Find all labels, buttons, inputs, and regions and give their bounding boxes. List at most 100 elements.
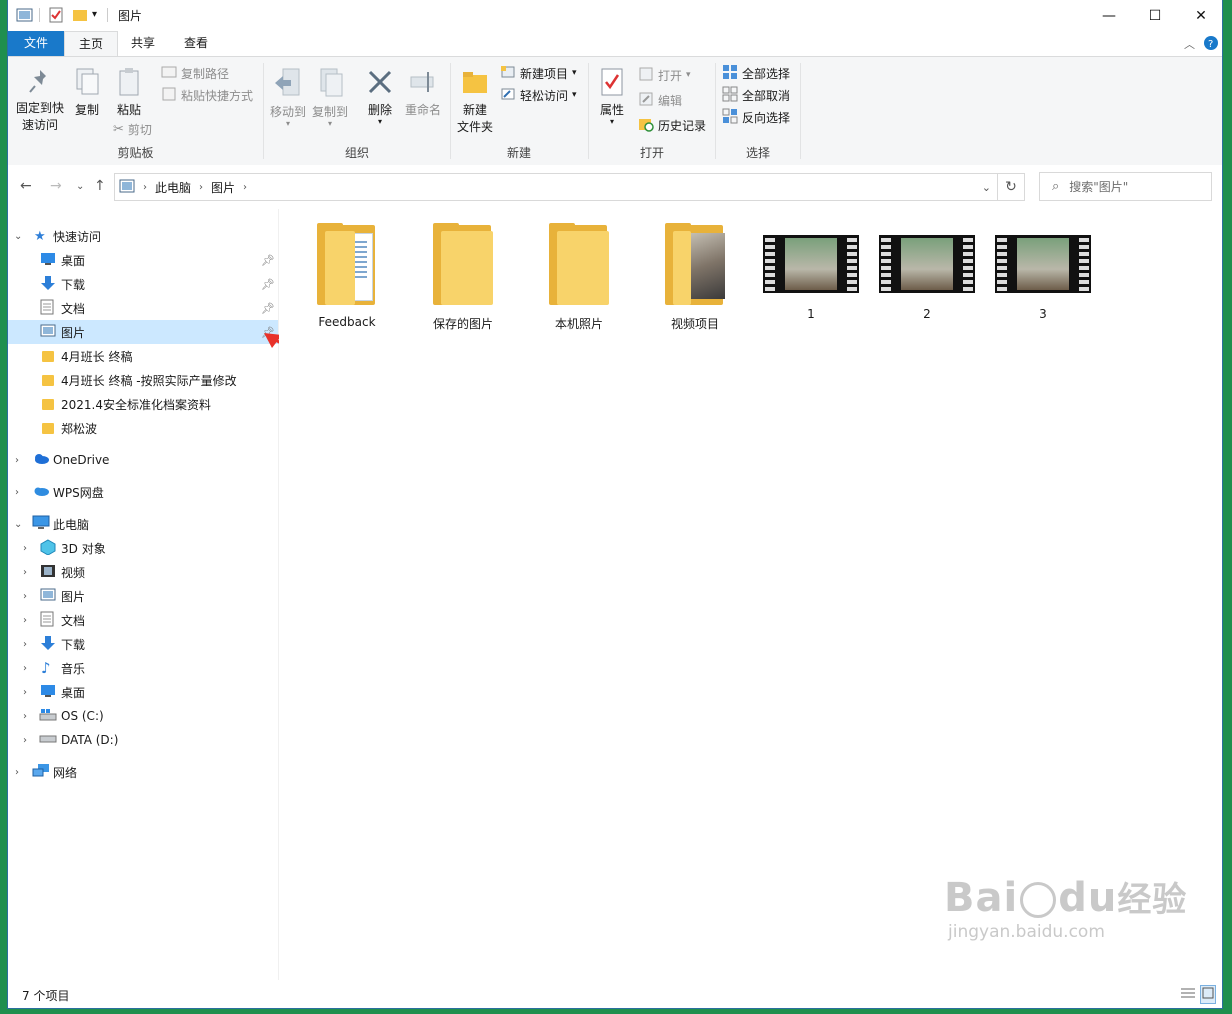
videos-icon <box>40 564 56 581</box>
minimize-button[interactable]: — <box>1086 0 1132 31</box>
copy-button[interactable]: 复制 <box>70 67 104 119</box>
nav-pc-item[interactable]: › OS (C:) <box>8 704 278 728</box>
easy-access-button[interactable]: 轻松访问 ▾ <box>500 85 577 105</box>
select-all-button[interactable]: 全部选择 <box>722 63 790 83</box>
nav-quick-access[interactable]: ⌄ ★ 快速访问 <box>8 224 278 248</box>
nav-pc-item[interactable]: › 下载 <box>8 632 278 656</box>
refresh-button[interactable]: ↻ <box>998 173 1025 201</box>
nav-this-pc[interactable]: ⌄ 此电脑 <box>8 512 278 536</box>
pin-icon <box>26 67 54 100</box>
properties-qa-icon[interactable] <box>48 7 64 25</box>
nav-item-folder[interactable]: 4月班长 终稿 <box>8 344 278 368</box>
folder-icon <box>42 374 54 386</box>
nav-pc-item[interactable]: › 桌面 <box>8 680 278 704</box>
edit-button[interactable]: 编辑 <box>638 90 682 110</box>
rename-button[interactable]: 重命名 <box>402 67 444 119</box>
tab-view[interactable]: 查看 <box>170 31 222 57</box>
nav-onedrive[interactable]: › OneDrive <box>8 448 278 472</box>
history-button[interactable]: 历史记录 <box>638 115 706 135</box>
copy-to-button[interactable]: 复制到 ▾ <box>310 67 350 128</box>
nav-item-folder[interactable]: 郑松波 <box>8 416 278 440</box>
file-item-video[interactable]: 2 <box>875 223 979 321</box>
folder-icon <box>42 398 54 410</box>
chevron-down-icon: ⌄ <box>14 518 23 530</box>
help-icon[interactable]: ? <box>1203 35 1219 54</box>
nav-pc-item[interactable]: › DATA (D:) <box>8 728 278 752</box>
file-item-folder[interactable]: Feedback <box>295 223 399 329</box>
forward-arrow-icon[interactable]: → <box>50 178 62 194</box>
nav-label: OneDrive <box>53 453 110 467</box>
search-box[interactable]: ⌕ 搜索"图片" <box>1039 172 1212 201</box>
title-bar: ▾ 图片 — ☐ ✕ <box>8 0 1222 31</box>
pictures-app-icon <box>16 7 34 25</box>
select-none-button[interactable]: 全部取消 <box>722 85 790 105</box>
nav-pc-item[interactable]: › 文档 <box>8 608 278 632</box>
nav-item-downloads[interactable]: 下载 📌︎ <box>8 272 278 296</box>
open-button[interactable]: 打开 ▾ <box>638 65 691 85</box>
nav-label: 音乐 <box>61 661 86 676</box>
copy-path-button[interactable]: 复制路径 <box>161 63 229 83</box>
chevron-right-icon: › <box>23 566 27 578</box>
pin-icon[interactable]: 📌︎ <box>261 278 275 291</box>
file-item-folder[interactable]: 视频项目 <box>643 223 747 332</box>
file-item-folder[interactable]: 本机照片 <box>527 223 631 332</box>
tab-home[interactable]: 主页 <box>64 31 118 58</box>
close-icon: ✕ <box>1195 7 1207 24</box>
nav-item-desktop[interactable]: 桌面 📌︎ <box>8 248 278 272</box>
breadcrumb-pictures[interactable]: 图片 <box>211 179 235 196</box>
nav-item-documents[interactable]: 文档 📌︎ <box>8 296 278 320</box>
nav-pc-item[interactable]: › 3D 对象 <box>8 536 278 560</box>
new-group-label: 新建 <box>506 146 531 160</box>
back-arrow-icon[interactable]: ← <box>20 178 32 194</box>
pin-icon[interactable]: 📌︎ <box>261 302 275 315</box>
delete-button[interactable]: 删除 ▾ <box>362 67 398 126</box>
file-item-folder[interactable]: 保存的图片 <box>411 223 515 332</box>
qa-dropdown-icon[interactable]: ▾ <box>92 9 97 27</box>
large-icons-view-icon[interactable] <box>1200 985 1216 1004</box>
file-item-video[interactable]: 3 <box>991 223 1095 321</box>
nav-item-folder[interactable]: 2021.4安全标准化档案资料 <box>8 392 278 416</box>
copy-path-icon <box>161 66 177 81</box>
pin-to-quick-access-button[interactable]: 固定到快 速访问 <box>12 67 68 134</box>
breadcrumb-this-pc[interactable]: 此电脑 <box>155 179 191 196</box>
invert-selection-button[interactable]: 反向选择 <box>722 107 790 127</box>
tab-file[interactable]: 文件 <box>8 31 64 57</box>
address-bar[interactable]: › 此电脑 › 图片 › ⌄ <box>114 173 998 201</box>
nav-pc-item[interactable]: › 视频 <box>8 560 278 584</box>
nav-label: WPS网盘 <box>53 485 104 500</box>
properties-button[interactable]: 属性 ▾ <box>594 67 630 126</box>
nav-item-pictures[interactable]: 图片 📌︎ <box>8 320 278 344</box>
nav-label: 下载 <box>61 637 86 652</box>
new-folder-label-line2: 文件夹 <box>456 120 493 134</box>
pin-icon[interactable]: 📌︎ <box>261 254 275 267</box>
item-count: 7 个项目 <box>22 989 70 1003</box>
tab-share[interactable]: 共享 <box>118 31 168 57</box>
close-button[interactable]: ✕ <box>1178 0 1222 31</box>
address-dropdown-icon[interactable]: ⌄ <box>982 181 991 194</box>
nav-wps-drive[interactable]: › WPS网盘 <box>8 480 278 504</box>
nav-pc-item[interactable]: › 图片 <box>8 584 278 608</box>
nav-network[interactable]: › 网络 <box>8 760 278 784</box>
nav-pc-item[interactable]: › ♪ 音乐 <box>8 656 278 680</box>
paste-button[interactable]: 粘贴 <box>112 67 146 119</box>
maximize-button[interactable]: ☐ <box>1132 0 1178 31</box>
new-folder-label-line1: 新建 <box>462 103 487 117</box>
move-to-button[interactable]: 移动到 ▾ <box>268 67 308 128</box>
new-folder-qa-icon[interactable] <box>72 7 88 25</box>
new-item-button[interactable]: 新建项目 ▾ <box>500 63 577 83</box>
up-arrow-icon[interactable]: ↑ <box>94 178 106 194</box>
breadcrumb-separator-icon: › <box>199 181 204 193</box>
recent-locations-chevron-icon[interactable]: ⌄ <box>76 181 84 192</box>
rename-icon <box>408 67 438 102</box>
collapse-ribbon-icon[interactable]: ︿ <box>1184 36 1195 52</box>
file-name: 视频项目 <box>670 317 719 331</box>
details-view-icon[interactable] <box>1180 986 1196 1003</box>
file-item-video[interactable]: 1 <box>759 223 863 321</box>
new-folder-button[interactable]: 新建 文件夹 <box>454 67 496 136</box>
chevron-right-icon: › <box>23 614 27 626</box>
chevron-right-icon: › <box>23 734 27 746</box>
nav-item-folder[interactable]: 4月班长 终稿 -按照实际产量修改 <box>8 368 278 392</box>
copy-label: 复制 <box>74 103 99 117</box>
cut-button[interactable]: ✂ 剪切 <box>113 119 152 139</box>
paste-shortcut-button[interactable]: 粘贴快捷方式 <box>161 85 253 105</box>
